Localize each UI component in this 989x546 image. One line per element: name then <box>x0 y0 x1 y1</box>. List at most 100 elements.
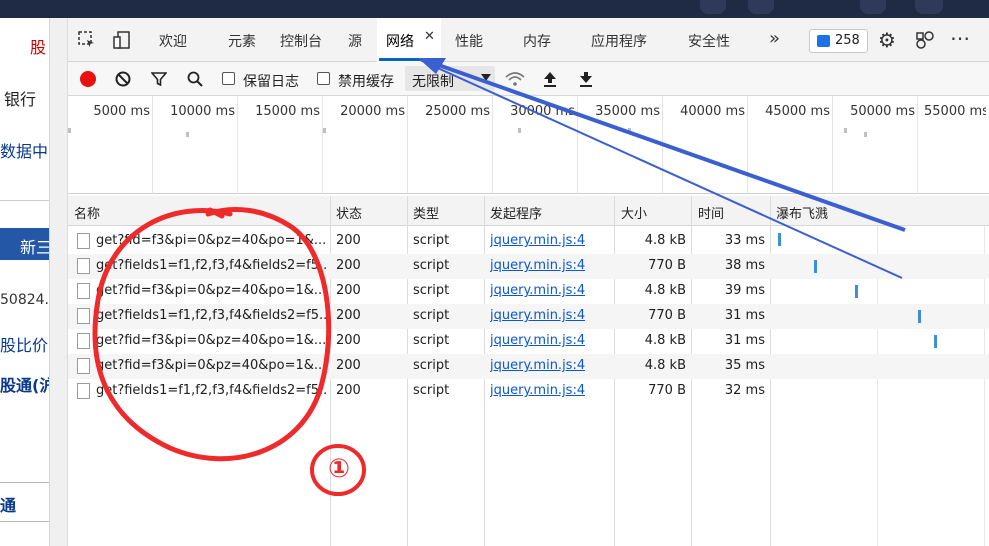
tab-console[interactable]: 控制台 <box>280 31 322 51</box>
column-header-name[interactable]: 名称 <box>74 203 100 222</box>
page-text: 新三 <box>20 238 50 257</box>
more-tabs-icon[interactable]: » <box>769 28 780 49</box>
timeline-tick: 45000 ms <box>765 104 830 119</box>
disable-cache-label: 禁用缓存 <box>338 74 394 90</box>
request-name[interactable]: get?fields1=f1,f2,f3,f4&fields2=f5... <box>96 258 326 273</box>
waterfall-bar <box>918 310 921 323</box>
request-time: 35 ms <box>724 358 765 373</box>
page-text: 股通(沪 <box>0 376 50 395</box>
issues-counter-button[interactable]: 258 <box>809 29 868 53</box>
import-har-icon[interactable] <box>541 70 559 88</box>
disable-cache-checkbox[interactable] <box>317 72 330 85</box>
table-row[interactable]: get?fid=f3&pi=0&pz=40&po=1&... 200 scrip… <box>68 329 989 354</box>
request-initiator-link[interactable]: jquery.min.js:4 <box>490 233 585 248</box>
settings-icon[interactable]: ⚙ <box>878 28 896 52</box>
request-size: 770 B <box>648 308 686 323</box>
avatar[interactable] <box>915 0 943 14</box>
customize-icon[interactable] <box>913 29 937 51</box>
request-initiator-link[interactable]: jquery.min.js:4 <box>490 258 585 273</box>
waterfall-bar <box>778 233 781 246</box>
tab-elements[interactable]: 元素 <box>228 31 256 51</box>
column-header-time[interactable]: 时间 <box>698 203 724 222</box>
more-options-icon[interactable]: ⋯ <box>950 26 970 50</box>
script-file-icon <box>77 233 90 249</box>
request-name[interactable]: get?fid=f3&pi=0&pz=40&po=1&... <box>96 333 326 348</box>
tab-performance[interactable]: 性能 <box>455 31 483 51</box>
timeline-tick: 55000 ms <box>924 104 986 119</box>
page-text: 股比价 <box>0 336 49 355</box>
table-row[interactable]: get?fid=f3&pi=0&pz=40&po=1&... 200 scrip… <box>68 354 989 379</box>
request-status: 200 <box>336 308 361 323</box>
request-initiator-link[interactable]: jquery.min.js:4 <box>490 358 585 373</box>
timeline-tick: 20000 ms <box>340 104 405 119</box>
device-emulation-icon[interactable] <box>111 30 133 50</box>
tab-network-container[interactable]: 网络 ✕ <box>377 18 441 62</box>
request-initiator-link[interactable]: jquery.min.js:4 <box>490 333 585 348</box>
timeline-tick: 30000 ms <box>510 104 575 119</box>
tab-application[interactable]: 应用程序 <box>591 31 647 51</box>
page-text: 数据中 <box>0 142 49 161</box>
tab-security[interactable]: 安全性 <box>688 31 730 51</box>
timeline-tick: 5000 ms <box>93 104 150 119</box>
request-type: script <box>413 233 450 248</box>
issues-count: 258 <box>835 33 860 48</box>
devtools-panel: 欢迎 元素 控制台 源 网络 ✕ 性能 内存 应用程序 安全性 » 258 ⚙ … <box>68 18 989 546</box>
request-name[interactable]: get?fields1=f1,f2,f3,f4&fields2=f5... <box>96 308 326 323</box>
script-file-icon <box>77 283 90 299</box>
timeline-tick: 40000 ms <box>680 104 745 119</box>
script-file-icon <box>77 258 90 274</box>
chevron-down-icon <box>481 74 491 81</box>
inspect-element-icon[interactable] <box>76 30 98 50</box>
request-initiator-link[interactable]: jquery.min.js:4 <box>490 383 585 398</box>
column-header-size[interactable]: 大小 <box>621 203 647 222</box>
column-header-waterfall[interactable]: 瀑布飞溅 <box>776 203 828 222</box>
add-icon[interactable] <box>748 0 774 14</box>
devtools-resize-handle[interactable] <box>50 18 68 546</box>
preserve-log-label: 保留日志 <box>243 74 299 90</box>
table-row[interactable]: get?fid=f3&pi=0&pz=40&po=1&... 200 scrip… <box>68 229 989 254</box>
request-status: 200 <box>336 233 361 248</box>
network-overview-timeline[interactable]: 5000 ms 10000 ms 15000 ms 20000 ms 25000… <box>68 96 989 194</box>
waterfall-bar <box>855 285 858 298</box>
table-row[interactable]: get?fid=f3&pi=0&pz=40&po=1&... 200 scrip… <box>68 279 989 304</box>
request-type: script <box>413 358 450 373</box>
table-row[interactable]: get?fields1=f1,f2,f3,f4&fields2=f5... 20… <box>68 254 989 279</box>
filter-icon[interactable] <box>150 70 168 88</box>
page-text: 50824. <box>0 292 49 308</box>
request-name[interactable]: get?fields1=f1,f2,f3,f4&fields2=f5... <box>96 383 326 398</box>
script-file-icon <box>77 383 90 399</box>
clear-icon[interactable] <box>114 70 132 88</box>
column-header-type[interactable]: 类型 <box>413 203 439 222</box>
tab-welcome[interactable]: 欢迎 <box>159 31 187 51</box>
timeline-tick: 50000 ms <box>850 104 915 119</box>
request-name[interactable]: get?fid=f3&pi=0&pz=40&po=1&... <box>96 358 326 373</box>
request-name[interactable]: get?fid=f3&pi=0&pz=40&po=1&... <box>96 283 326 298</box>
devtools-tab-bar: 欢迎 元素 控制台 源 网络 ✕ 性能 内存 应用程序 安全性 » 258 ⚙ … <box>68 18 989 62</box>
request-time: 32 ms <box>724 383 765 398</box>
preserve-log-checkbox[interactable] <box>222 72 235 85</box>
tab-sources[interactable]: 源 <box>348 31 362 51</box>
export-har-icon[interactable] <box>577 70 595 88</box>
request-time: 38 ms <box>724 258 765 273</box>
request-time: 39 ms <box>724 283 765 298</box>
request-initiator-link[interactable]: jquery.min.js:4 <box>490 283 585 298</box>
column-header-initiator[interactable]: 发起程序 <box>490 203 542 222</box>
request-initiator-link[interactable]: jquery.min.js:4 <box>490 308 585 323</box>
record-icon[interactable] <box>80 71 96 87</box>
request-name[interactable]: get?fid=f3&pi=0&pz=40&po=1&... <box>96 233 326 248</box>
network-conditions-icon[interactable] <box>504 69 526 89</box>
throttling-select[interactable]: 无限制 <box>405 66 495 91</box>
search-icon[interactable] <box>700 0 726 14</box>
request-size: 770 B <box>648 383 686 398</box>
close-tab-icon[interactable]: ✕ <box>424 29 435 44</box>
tab-network[interactable]: 网络 <box>386 31 414 51</box>
extension-icon[interactable] <box>860 0 886 14</box>
table-row[interactable]: get?fields1=f1,f2,f3,f4&fields2=f5... 20… <box>68 304 989 329</box>
table-row[interactable]: get?fields1=f1,f2,f3,f4&fields2=f5... 20… <box>68 379 989 404</box>
request-size: 4.8 kB <box>644 333 686 348</box>
tab-memory[interactable]: 内存 <box>523 31 551 51</box>
page-text: 股 <box>30 38 47 57</box>
timeline-tick: 25000 ms <box>425 104 490 119</box>
search-icon[interactable] <box>186 70 204 88</box>
column-header-status[interactable]: 状态 <box>336 203 362 222</box>
